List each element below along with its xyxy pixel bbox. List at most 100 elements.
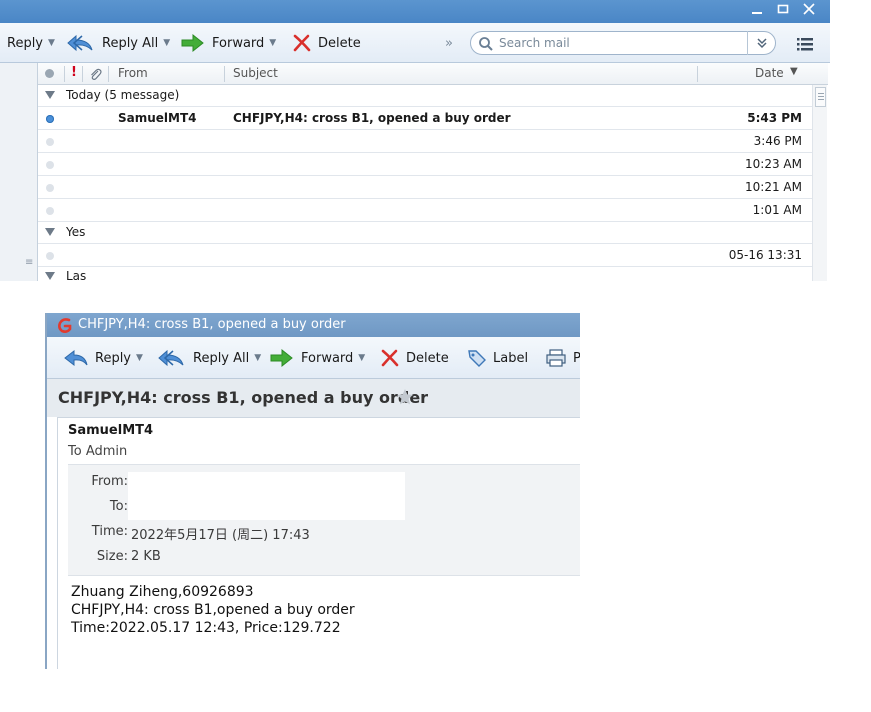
search-box[interactable] — [470, 31, 776, 55]
group-header-last[interactable]: Las — [38, 266, 812, 281]
delete-x-icon — [293, 34, 311, 52]
search-input[interactable] — [499, 35, 739, 51]
message-row[interactable]: 1:01 AM — [38, 199, 812, 222]
label-button[interactable]: Label — [467, 347, 528, 369]
read-dot-icon[interactable] — [46, 138, 54, 146]
print-button[interactable]: P — [545, 347, 580, 369]
splitter-grip-icon[interactable]: ≡ — [25, 257, 33, 268]
body-line: Zhuang Ziheng,60926893 — [71, 584, 254, 600]
date-column-header[interactable]: Date — [755, 66, 784, 80]
message-titlebar: CHFJPY,H4: cross B1, opened a buy order — [47, 313, 580, 337]
minimize-icon — [752, 12, 762, 14]
chevron-down-icon[interactable]: ▼ — [254, 353, 261, 363]
message-subject: CHFJPY,H4: cross B1, opened a buy order — [233, 111, 511, 125]
chevron-down-icon[interactable]: ▼ — [136, 353, 143, 363]
close-button[interactable] — [799, 2, 819, 20]
scroll-thumb[interactable] — [815, 87, 826, 107]
message-date: 5:43 PM — [747, 111, 802, 125]
chevron-down-icon[interactable]: ▼ — [269, 38, 276, 48]
tag-icon — [468, 350, 486, 367]
priority-column-icon[interactable]: ! — [71, 65, 77, 80]
column-header-row: ! From Subject Date ▼ — [38, 63, 828, 85]
group-header-yesterday[interactable]: Yes — [38, 222, 812, 244]
close-icon — [803, 3, 815, 15]
from-column-header[interactable]: From — [118, 66, 148, 80]
list-view-icon — [797, 38, 813, 51]
unread-dot-icon[interactable] — [46, 115, 54, 123]
search-icon — [479, 37, 493, 51]
grip-icon — [818, 93, 824, 100]
forward-button[interactable]: Forward ▼ — [269, 347, 365, 369]
to-label: To: — [109, 499, 128, 514]
from-label: From: — [91, 474, 128, 489]
recipient-line: To Admin — [68, 444, 128, 459]
read-dot-icon[interactable] — [46, 184, 54, 192]
group-label: Yes — [66, 225, 86, 239]
message-row[interactable]: SamuelMT4 CHFJPY,H4: cross B1, opened a … — [38, 107, 812, 130]
message-row[interactable]: 10:21 AM — [38, 176, 812, 199]
column-divider — [108, 66, 109, 82]
maximize-button[interactable] — [773, 2, 793, 20]
chevron-down-icon[interactable]: ▼ — [48, 38, 55, 48]
search-options-button[interactable] — [747, 31, 776, 55]
header-details-panel: From: To: Time: 2022年5月17日 (周二) 17:43 Si… — [68, 464, 580, 576]
reply-all-label: Reply All — [193, 350, 250, 366]
view-list-button[interactable] — [796, 36, 814, 56]
column-divider — [64, 66, 65, 82]
size-label: Size: — [96, 549, 128, 564]
maximize-icon — [777, 4, 789, 14]
group-label: Today (5 message) — [66, 88, 180, 102]
message-toolbar: Reply ▼ Reply All ▼ Forward ▼ Delete Lab… — [47, 337, 580, 379]
chevron-down-icon[interactable]: ▼ — [358, 353, 365, 363]
body-line: CHFJPY,H4: cross B1,opened a buy order — [71, 602, 355, 618]
redacted-address-box — [128, 472, 405, 520]
reply-all-button[interactable]: Reply All ▼ — [157, 347, 261, 369]
reply-all-icon — [67, 34, 93, 52]
time-label: Time: — [91, 524, 128, 539]
printer-icon — [546, 349, 566, 367]
size-value: 2 KB — [131, 549, 161, 564]
attachment-column-icon[interactable] — [88, 67, 102, 81]
read-status-column-icon[interactable] — [45, 69, 54, 78]
chevron-down-icon[interactable]: ▼ — [163, 38, 170, 48]
reply-button[interactable]: Reply ▼ — [7, 32, 55, 54]
sender-name[interactable]: SamuelMT4 — [68, 423, 153, 438]
message-row[interactable]: 3:46 PM — [38, 130, 812, 153]
forward-button[interactable]: Forward ▼ — [180, 32, 276, 54]
message-window: CHFJPY,H4: cross B1, opened a buy order … — [45, 313, 580, 669]
collapse-triangle-icon[interactable] — [45, 228, 55, 236]
minimize-button[interactable] — [747, 2, 767, 20]
sort-chevron-icon[interactable]: ▼ — [790, 66, 798, 77]
collapse-triangle-icon[interactable] — [45, 272, 55, 280]
delete-button[interactable]: Delete — [292, 32, 361, 54]
delete-label: Delete — [406, 350, 449, 366]
reply-button[interactable]: Reply ▼ — [63, 347, 143, 369]
star-icon[interactable] — [396, 388, 414, 406]
delete-button[interactable]: Delete — [380, 347, 449, 369]
read-dot-icon[interactable] — [46, 252, 54, 260]
vertical-scrollbar[interactable] — [812, 85, 827, 281]
forward-arrow-icon — [181, 33, 204, 53]
subject-column-header[interactable]: Subject — [233, 66, 278, 80]
read-dot-icon[interactable] — [46, 161, 54, 169]
reply-label: Reply — [95, 350, 132, 366]
message-list: Today (5 message) SamuelMT4 CHFJPY,H4: c… — [38, 85, 812, 281]
message-row[interactable]: 05-16 13:31 — [38, 244, 812, 267]
collapse-triangle-icon[interactable] — [45, 91, 55, 99]
column-divider — [224, 66, 225, 82]
forward-label: Forward — [301, 350, 354, 366]
message-row[interactable]: 10:23 AM — [38, 153, 812, 176]
more-chevrons: » — [445, 35, 453, 51]
message-date: 1:01 AM — [752, 203, 802, 217]
read-dot-icon[interactable] — [46, 207, 54, 215]
time-value: 2022年5月17日 (周二) 17:43 — [131, 528, 310, 543]
reply-all-button[interactable]: Reply All ▼ — [66, 32, 170, 54]
more-tools-button[interactable]: » — [445, 32, 453, 54]
forward-arrow-icon — [270, 348, 293, 368]
subject-bar: CHFJPY,H4: cross B1, opened a buy order — [47, 379, 580, 417]
reply-all-icon — [158, 349, 184, 367]
mail-toolbar: Reply ▼ Reply All ▼ Forward ▼ Delete » — [0, 23, 830, 63]
reply-label: Reply — [7, 35, 44, 51]
message-date: 10:23 AM — [745, 157, 802, 171]
group-header-today[interactable]: Today (5 message) — [38, 85, 812, 107]
